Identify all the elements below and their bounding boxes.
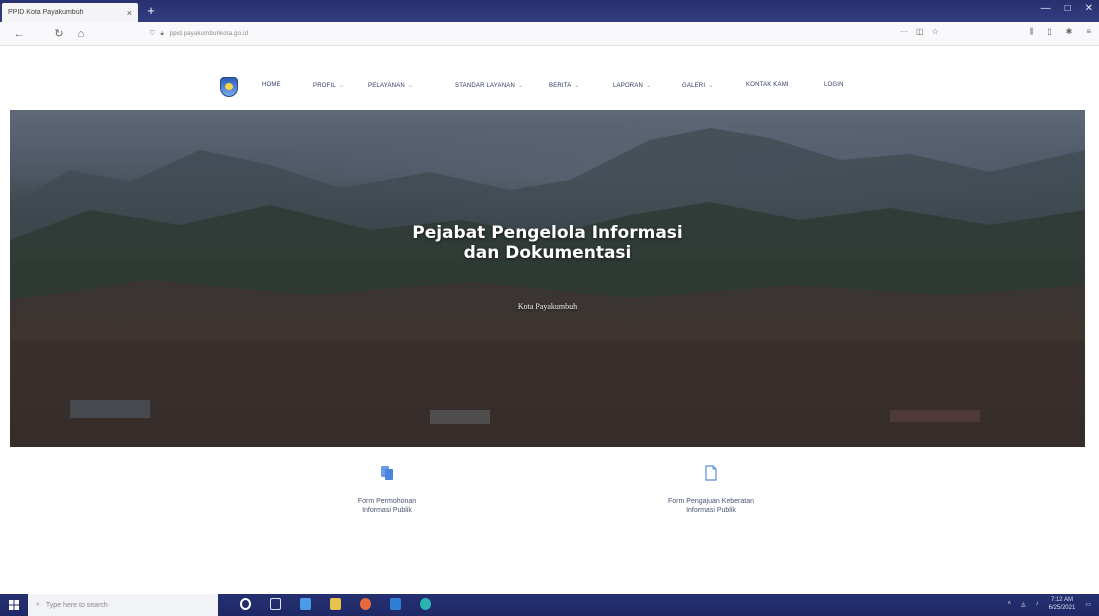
- tray-chevron-icon[interactable]: ˄: [1007, 601, 1011, 607]
- screen: { "browser": { "tab_title": "PPID Kota P…: [0, 0, 1099, 616]
- edge-icon[interactable]: [420, 598, 431, 610]
- minimize-button[interactable]: —: [1041, 3, 1051, 14]
- windows-start-icon[interactable]: [0, 594, 28, 616]
- network-icon[interactable]: ◬: [1021, 601, 1026, 608]
- menu-item-laporan[interactable]: LAPORAN ⌄: [613, 82, 651, 89]
- search-icon: ⌕: [36, 601, 40, 608]
- volume-icon[interactable]: ♪: [1036, 601, 1039, 607]
- menu-item-label: HOME: [262, 82, 281, 88]
- tab-close-icon[interactable]: ×: [127, 8, 132, 18]
- back-arrow-icon[interactable]: ←: [8, 28, 30, 40]
- hero-banner: Pejabat Pengelola Informasi dan Dokument…: [10, 110, 1085, 447]
- menu-item-profil[interactable]: PROFIL ⌄: [313, 82, 344, 89]
- taskbar-search[interactable]: ⌕ Type here to search: [28, 594, 218, 616]
- page-actions-icon[interactable]: ···: [900, 27, 908, 36]
- url-bar[interactable]: ⛉ 🔒︎ ppid.payakumbuhkota.go.id: [150, 25, 950, 43]
- chevron-down-icon: ⌄: [407, 83, 414, 89]
- feature-2-line1: Form Pengajuan Keberatan: [668, 498, 754, 505]
- tab-title: PPID Kota Payakumbuh: [8, 9, 84, 16]
- feature-label-2: Form Pengajuan Keberatan Informasi Publi…: [611, 497, 811, 515]
- bookmark-star-icon[interactable]: ☆: [932, 27, 939, 36]
- browser-tab-bar: PPID Kota Payakumbuh × + — □ ✕: [0, 0, 1099, 22]
- toolbar-right: ⫼ ▯ ✱ ≡: [1030, 27, 1091, 37]
- hero-subtitle: Kota Payakumbuh: [517, 302, 578, 311]
- browser-tab[interactable]: PPID Kota Payakumbuh ×: [2, 3, 138, 22]
- home-icon[interactable]: ⌂: [70, 28, 92, 40]
- clock-date: 6/25/2021: [1048, 605, 1076, 611]
- feature-1-line2: Informasi Publik: [362, 507, 412, 514]
- task-view-icon[interactable]: [270, 598, 281, 610]
- menu-item-label: BERITA: [549, 83, 572, 89]
- store-icon[interactable]: [300, 598, 311, 610]
- chevron-down-icon: ⌄: [646, 83, 652, 89]
- clock-time: 7:12 AM: [1050, 597, 1073, 603]
- documents-icon: [381, 466, 393, 480]
- menu-item-label: LOGIN: [824, 82, 844, 88]
- extension-icon[interactable]: ✱: [1066, 27, 1073, 37]
- shield-icon: ⛉: [150, 30, 155, 37]
- site-logo[interactable]: [220, 77, 238, 97]
- menu-item-label: LAPORAN: [613, 83, 644, 89]
- system-tray: ˄ ◬ ♪ 7:12 AM 6/25/2021 ▭: [1007, 596, 1091, 612]
- chevron-down-icon: ⌄: [574, 83, 580, 89]
- search-placeholder: Type here to search: [45, 601, 108, 609]
- chevron-down-icon: ⌄: [338, 83, 345, 89]
- maximize-button[interactable]: □: [1065, 3, 1071, 14]
- feature-label-1: Form Permohonan Informasi Publik: [287, 497, 487, 515]
- hero-title-line1: Pejabat Pengelola Informasi: [412, 223, 683, 243]
- reload-icon[interactable]: ↻: [48, 27, 70, 40]
- browser-toolbar: ← ↻ ⌂ ⛉ 🔒︎ ppid.payakumbuhkota.go.id ···…: [0, 22, 1099, 46]
- hero-title: Pejabat Pengelola Informasi dan Dokument…: [10, 223, 1085, 263]
- menu-item-standar-layanan[interactable]: STANDAR LAYANAN ⌄: [455, 82, 523, 89]
- form-keberatan-link[interactable]: Form Pengajuan Keberatan Informasi Publi…: [611, 465, 811, 515]
- menu-item-berita[interactable]: BERITA ⌄: [549, 82, 580, 89]
- form-permohonan-link[interactable]: Form Permohonan Informasi Publik: [287, 465, 487, 515]
- menu-item-pelayanan[interactable]: PELAYANAN ⌄: [368, 82, 413, 89]
- new-tab-button[interactable]: +: [142, 3, 160, 19]
- mail-icon[interactable]: [390, 598, 401, 610]
- menu-item-label: GALERI: [682, 83, 706, 89]
- pocket-icon[interactable]: ◫: [916, 27, 924, 36]
- feature-2-line2: Informasi Publik: [686, 507, 736, 514]
- taskbar-apps: [240, 598, 431, 610]
- windows-taskbar: ⌕ Type here to search ˄ ◬ ♪ 7:12 AM 6/25…: [0, 594, 1099, 616]
- file-explorer-icon[interactable]: [330, 598, 341, 610]
- hero-title-line2: dan Dokumentasi: [463, 243, 632, 263]
- menu-item-label: PROFIL: [313, 83, 336, 89]
- menu-item-kontak-kami[interactable]: KONTAK KAMI: [746, 82, 789, 88]
- site-header: HOME PROFIL ⌄ PELAYANAN ⌄ STANDAR LAYANAN ⌄ BER…: [0, 46, 1099, 110]
- sidebar-icon[interactable]: ▯: [1047, 27, 1051, 37]
- window-controls: — □ ✕: [1041, 3, 1093, 14]
- firefox-icon[interactable]: [360, 598, 371, 610]
- menu-item-label: KONTAK KAMI: [746, 82, 789, 88]
- url-actions: ··· ◫ ☆: [900, 27, 939, 36]
- menu-item-label: PELAYANAN: [368, 83, 405, 89]
- clock[interactable]: 7:12 AM 6/25/2021: [1049, 596, 1076, 612]
- url-text: ppid.payakumbuhkota.go.id: [169, 31, 249, 37]
- feature-1-line1: Form Permohonan: [357, 498, 417, 505]
- menu-item-galeri[interactable]: GALERI ⌄: [682, 82, 713, 89]
- menu-item-login[interactable]: LOGIN: [824, 82, 844, 88]
- chevron-down-icon: ⌄: [708, 83, 714, 89]
- notification-icon[interactable]: ▭: [1085, 601, 1091, 608]
- hero-overlay: [10, 110, 1085, 447]
- menu-item-label: STANDAR LAYANAN: [455, 83, 516, 89]
- library-icon[interactable]: ⫼: [1030, 27, 1034, 37]
- close-window-button[interactable]: ✕: [1085, 3, 1093, 14]
- cortana-icon[interactable]: [240, 598, 251, 610]
- document-icon: [705, 465, 717, 481]
- chevron-down-icon: ⌄: [518, 83, 524, 89]
- lock-icon: 🔒︎: [160, 30, 164, 37]
- menu-icon[interactable]: ≡: [1086, 27, 1091, 37]
- menu-item-home[interactable]: HOME: [262, 82, 281, 88]
